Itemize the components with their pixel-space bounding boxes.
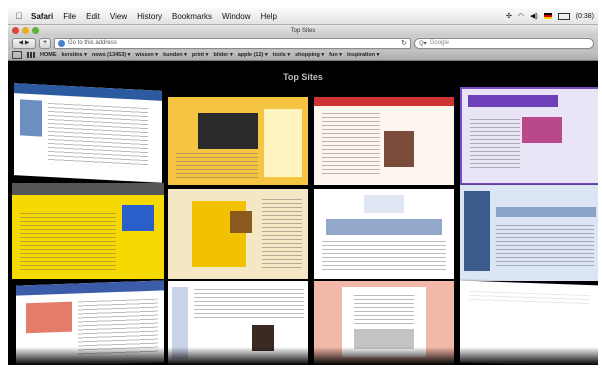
menu-bookmarks[interactable]: Bookmarks [172, 12, 212, 21]
address-field[interactable]: Go to this address ↻ [54, 37, 411, 49]
menu-view[interactable]: View [110, 12, 127, 21]
search-placeholder: Google [429, 40, 450, 46]
bookmark-inspiration[interactable]: inspiration ▾ [347, 52, 379, 58]
top-site-thumbnail[interactable] [314, 189, 454, 279]
menu-file[interactable]: File [63, 12, 76, 21]
globe-icon [58, 39, 65, 47]
top-site-thumbnail[interactable] [168, 189, 308, 279]
top-site-thumbnail[interactable] [460, 185, 598, 281]
title-bar: Top Sites [8, 25, 598, 36]
top-site-thumbnail[interactable] [460, 87, 598, 185]
bookmark-apple[interactable]: apple (12) ▾ [238, 52, 268, 58]
address-placeholder: Go to this address [68, 40, 117, 46]
bookmark-tools[interactable]: tools ▾ [273, 52, 290, 58]
toolbar: ◀ ▶ + Go to this address ↻ Q▾ Google [8, 36, 598, 50]
bookmark-home[interactable]: HOME [40, 52, 57, 58]
volume-icon[interactable]: ◀) [530, 12, 538, 20]
window-title: Top Sites [290, 27, 316, 34]
menu-help[interactable]: Help [260, 12, 276, 21]
menu-history[interactable]: History [137, 12, 162, 21]
search-icon: Q▾ [419, 40, 427, 47]
bookmark-bilder[interactable]: bilder ▾ [213, 52, 232, 58]
topsites-title: Top Sites [283, 72, 323, 82]
reflection-shadow [8, 347, 598, 365]
bookmark-print[interactable]: print ▾ [192, 52, 209, 58]
forward-icon[interactable]: ▶ [25, 40, 30, 46]
add-bookmark-button[interactable]: + [39, 37, 51, 49]
bookmarks-bar: HOME kerstins ▾ news (13453) ▾ wissen ▾ … [8, 50, 598, 61]
flag-icon[interactable] [543, 13, 552, 19]
reload-icon[interactable]: ↻ [401, 39, 407, 47]
back-icon[interactable]: ◀ [19, 40, 24, 46]
apple-icon[interactable]:  [12, 11, 26, 21]
bookmark-kerstins[interactable]: kerstins ▾ [62, 52, 87, 58]
top-site-thumbnail[interactable] [168, 97, 308, 185]
status-area: ✣ ◠ ◀) (0:38) [506, 12, 594, 20]
menu-bar:  Safari File Edit View History Bookmark… [8, 8, 598, 25]
topsites-grid-icon[interactable] [27, 52, 35, 58]
menu-edit[interactable]: Edit [86, 12, 100, 21]
battery-icon[interactable] [557, 12, 570, 20]
bookmark-wissen[interactable]: wissen ▾ [135, 52, 158, 58]
bookmark-shopping[interactable]: shopping ▾ [295, 52, 324, 58]
bookmark-news[interactable]: news (13453) ▾ [92, 52, 131, 58]
top-site-thumbnail[interactable] [12, 183, 164, 279]
bookmarks-icon[interactable] [12, 51, 22, 59]
sync-icon[interactable]: ✣ [506, 12, 512, 20]
menu-window[interactable]: Window [222, 12, 250, 21]
search-field[interactable]: Q▾ Google [414, 37, 594, 49]
wifi-icon[interactable]: ◠ [518, 12, 524, 20]
bookmark-kunden[interactable]: kunden ▾ [163, 52, 187, 58]
menu-safari[interactable]: Safari [31, 12, 53, 21]
clock[interactable]: (0:38) [576, 13, 594, 20]
top-site-thumbnail[interactable] [314, 97, 454, 185]
bookmark-fun[interactable]: fun ▾ [329, 52, 342, 58]
back-forward-buttons[interactable]: ◀ ▶ [12, 37, 36, 49]
safari-window: Top Sites ◀ ▶ + Go to this address ↻ Q▾ … [8, 25, 598, 365]
top-site-thumbnail[interactable] [14, 83, 162, 183]
